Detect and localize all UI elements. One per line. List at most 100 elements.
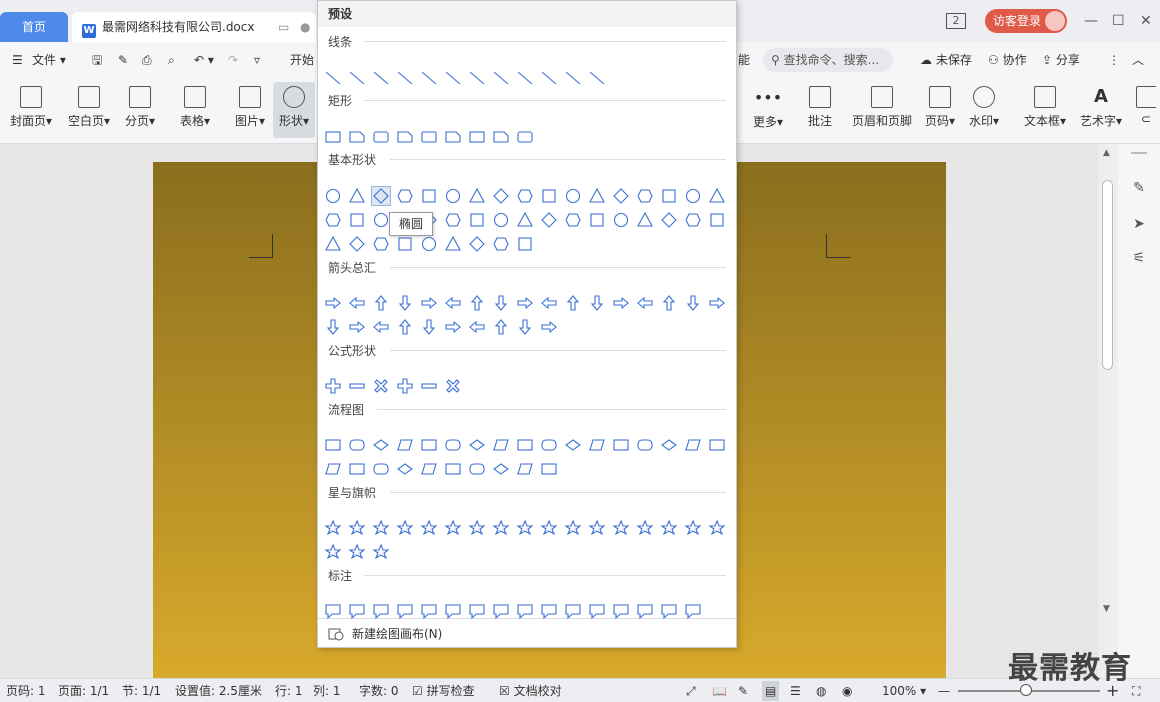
basic-shape-icon[interactable]: [348, 235, 366, 253]
flow-shape-icon[interactable]: [516, 436, 534, 454]
header-footer-button[interactable]: 页眉和页脚: [850, 82, 914, 138]
basic-shape-icon[interactable]: [564, 187, 582, 205]
print-preview-icon[interactable]: ⌕: [168, 50, 175, 70]
basic-shape-icon[interactable]: [684, 187, 702, 205]
line-shape-icon[interactable]: [444, 69, 462, 87]
star-shape-icon[interactable]: [348, 519, 366, 537]
flow-shape-icon[interactable]: [516, 460, 534, 478]
arrow-shape-icon[interactable]: [540, 294, 558, 312]
basic-shape-icon[interactable]: [444, 187, 462, 205]
call-shape-icon[interactable]: [444, 602, 462, 620]
tab-partial[interactable]: 能: [738, 50, 750, 70]
flow-shape-icon[interactable]: [660, 436, 678, 454]
basic-shape-icon[interactable]: [348, 187, 366, 205]
basic-shape-icon[interactable]: [371, 186, 391, 206]
arrow-shape-icon[interactable]: [612, 294, 630, 312]
arrow-shape-icon[interactable]: [684, 294, 702, 312]
basic-shape-icon[interactable]: [420, 187, 438, 205]
basic-shape-icon[interactable]: [540, 187, 558, 205]
read-mode-icon[interactable]: 📖: [712, 683, 727, 699]
basic-shape-icon[interactable]: [612, 187, 630, 205]
line-shape-icon[interactable]: [492, 69, 510, 87]
basic-shape-icon[interactable]: [516, 211, 534, 229]
star-shape-icon[interactable]: [588, 519, 606, 537]
arrow-shape-icon[interactable]: [588, 294, 606, 312]
flow-shape-icon[interactable]: [468, 460, 486, 478]
collapse-ribbon-icon[interactable]: ︿: [1132, 50, 1144, 70]
share-button[interactable]: ⇪ 分享: [1042, 50, 1080, 70]
flow-shape-icon[interactable]: [372, 436, 390, 454]
line-shape-icon[interactable]: [540, 69, 558, 87]
monitor-icon[interactable]: ▭: [278, 12, 289, 42]
basic-shape-icon[interactable]: [444, 235, 462, 253]
flow-shape-icon[interactable]: [492, 436, 510, 454]
call-shape-icon[interactable]: [516, 602, 534, 620]
flow-shape-icon[interactable]: [612, 436, 630, 454]
rect-shape-icon[interactable]: [324, 128, 342, 146]
web-view-icon[interactable]: ◍: [816, 683, 826, 699]
arrow-shape-icon[interactable]: [540, 318, 558, 336]
flow-shape-icon[interactable]: [588, 436, 606, 454]
line-shape-icon[interactable]: [324, 69, 342, 87]
arrow-shape-icon[interactable]: [468, 294, 486, 312]
maximize-icon[interactable]: ☐: [1112, 9, 1125, 33]
flow-shape-icon[interactable]: [540, 436, 558, 454]
flow-shape-icon[interactable]: [564, 436, 582, 454]
redo-icon[interactable]: ↷: [228, 50, 238, 70]
call-shape-icon[interactable]: [324, 602, 342, 620]
arrow-shape-icon[interactable]: [516, 294, 534, 312]
pen-icon[interactable]: ✎: [1131, 180, 1147, 196]
format-painter-icon[interactable]: ✎: [118, 50, 128, 70]
call-shape-icon[interactable]: [492, 602, 510, 620]
call-shape-icon[interactable]: [372, 602, 390, 620]
flow-shape-icon[interactable]: [372, 460, 390, 478]
cursor-icon[interactable]: ➤: [1131, 216, 1147, 232]
call-shape-icon[interactable]: [468, 602, 486, 620]
line-shape-icon[interactable]: [468, 69, 486, 87]
eq-shape-icon[interactable]: [324, 377, 342, 395]
call-shape-icon[interactable]: [420, 602, 438, 620]
minimize-icon[interactable]: —: [1084, 9, 1098, 33]
proofread-button[interactable]: ☒ 文档校对: [499, 683, 562, 699]
line-shape-icon[interactable]: [588, 69, 606, 87]
tab-document[interactable]: W 最需网络科技有限公司.docx ▭ ●: [72, 12, 316, 42]
eq-shape-icon[interactable]: [396, 377, 414, 395]
star-shape-icon[interactable]: [468, 519, 486, 537]
page-break-button[interactable]: 分页▾: [120, 82, 160, 138]
line-shape-icon[interactable]: [420, 69, 438, 87]
save-icon[interactable]: 🖫: [92, 50, 102, 70]
call-shape-icon[interactable]: [684, 602, 702, 620]
zoom-out-icon[interactable]: —: [938, 683, 950, 699]
flow-shape-icon[interactable]: [396, 460, 414, 478]
call-shape-icon[interactable]: [636, 602, 654, 620]
blank-page-button[interactable]: 空白页▾: [64, 82, 114, 138]
comment-button[interactable]: 批注: [800, 82, 840, 138]
flow-shape-icon[interactable]: [324, 460, 342, 478]
basic-shape-icon[interactable]: [564, 211, 582, 229]
basic-shape-icon[interactable]: [348, 211, 366, 229]
call-shape-icon[interactable]: [540, 602, 558, 620]
undo-icon[interactable]: ↶ ▾: [194, 50, 214, 70]
rect-shape-icon[interactable]: [420, 128, 438, 146]
picture-button[interactable]: 图片▾: [230, 82, 270, 138]
menu-icon[interactable]: ☰: [12, 50, 23, 70]
fit-page-icon[interactable]: ⛶: [1132, 683, 1140, 699]
basic-shape-icon[interactable]: [516, 235, 534, 253]
arrow-shape-icon[interactable]: [660, 294, 678, 312]
call-shape-icon[interactable]: [660, 602, 678, 620]
scroll-thumb[interactable]: [1102, 180, 1113, 370]
line-shape-icon[interactable]: [516, 69, 534, 87]
arrow-shape-icon[interactable]: [348, 318, 366, 336]
shape-button[interactable]: 形状▾: [273, 82, 315, 138]
search-input[interactable]: ⚲ 查找命令、搜索...: [763, 48, 893, 72]
collab-button[interactable]: ⚇ 协作: [988, 50, 1027, 70]
file-menu[interactable]: 文件 ▾: [32, 50, 66, 70]
tab-start[interactable]: 开始: [290, 50, 314, 70]
star-shape-icon[interactable]: [348, 543, 366, 561]
overflow-ribbon-button[interactable]: ⊂: [1136, 82, 1156, 138]
textbox-button[interactable]: 文本框▾: [1020, 82, 1070, 138]
basic-shape-icon[interactable]: [516, 187, 534, 205]
flow-shape-icon[interactable]: [684, 436, 702, 454]
arrow-shape-icon[interactable]: [492, 318, 510, 336]
flow-shape-icon[interactable]: [636, 436, 654, 454]
